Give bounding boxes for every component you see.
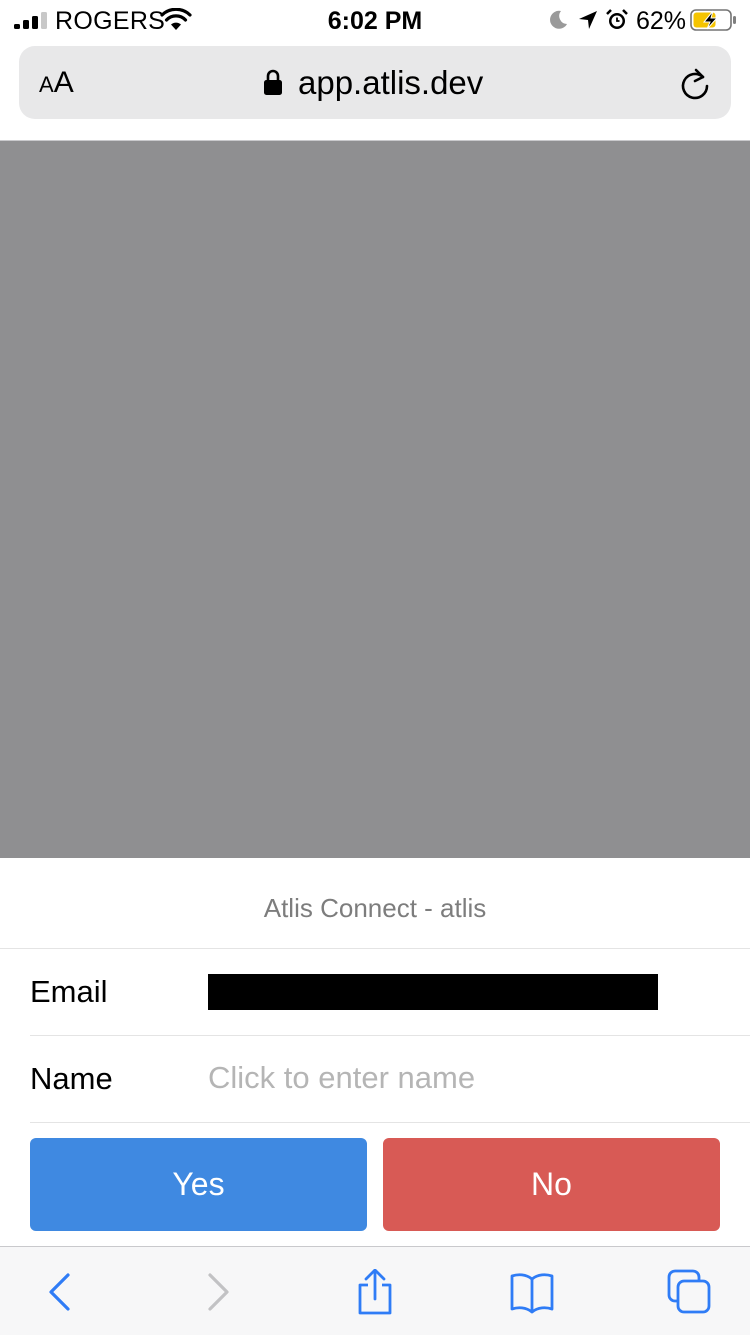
bookmarks-icon[interactable] [510, 1269, 554, 1315]
forward-icon[interactable] [196, 1269, 240, 1315]
address-bar[interactable]: AA app.atlis.dev [19, 46, 731, 119]
yes-button[interactable]: Yes [30, 1138, 367, 1231]
email-label: Email [30, 974, 108, 1009]
name-row: Name [30, 1036, 750, 1123]
redacted-email-value [208, 974, 658, 1010]
browser-address-area: AA app.atlis.dev [0, 40, 750, 141]
alarm-icon [606, 9, 628, 29]
location-icon [579, 11, 597, 29]
share-icon[interactable] [353, 1269, 397, 1315]
back-icon[interactable] [38, 1269, 82, 1315]
battery-percent: 62% [636, 7, 687, 35]
moon-icon [550, 10, 567, 29]
no-button[interactable]: No [383, 1138, 720, 1231]
email-row: Email [30, 949, 750, 1036]
name-label: Name [30, 1061, 113, 1096]
connect-sheet: Atlis Connect - atlis Email Name Yes No [0, 858, 750, 1246]
browser-toolbar [0, 1246, 750, 1335]
text-size-button[interactable]: AA [39, 68, 74, 100]
battery-charging-icon [690, 9, 736, 31]
lock-icon [264, 69, 282, 95]
text-size-small-a: A [39, 72, 54, 97]
text-size-large-a: A [53, 66, 74, 99]
url-text[interactable]: app.atlis.dev [298, 63, 483, 103]
name-input[interactable] [208, 1054, 708, 1102]
status-bar: ROGERS 6:02 PM 62% [0, 0, 750, 40]
sheet-title: Atlis Connect - atlis [0, 858, 750, 949]
reload-icon[interactable] [679, 66, 713, 102]
dimmed-page-overlay[interactable] [0, 141, 750, 858]
tabs-icon[interactable] [667, 1269, 711, 1315]
